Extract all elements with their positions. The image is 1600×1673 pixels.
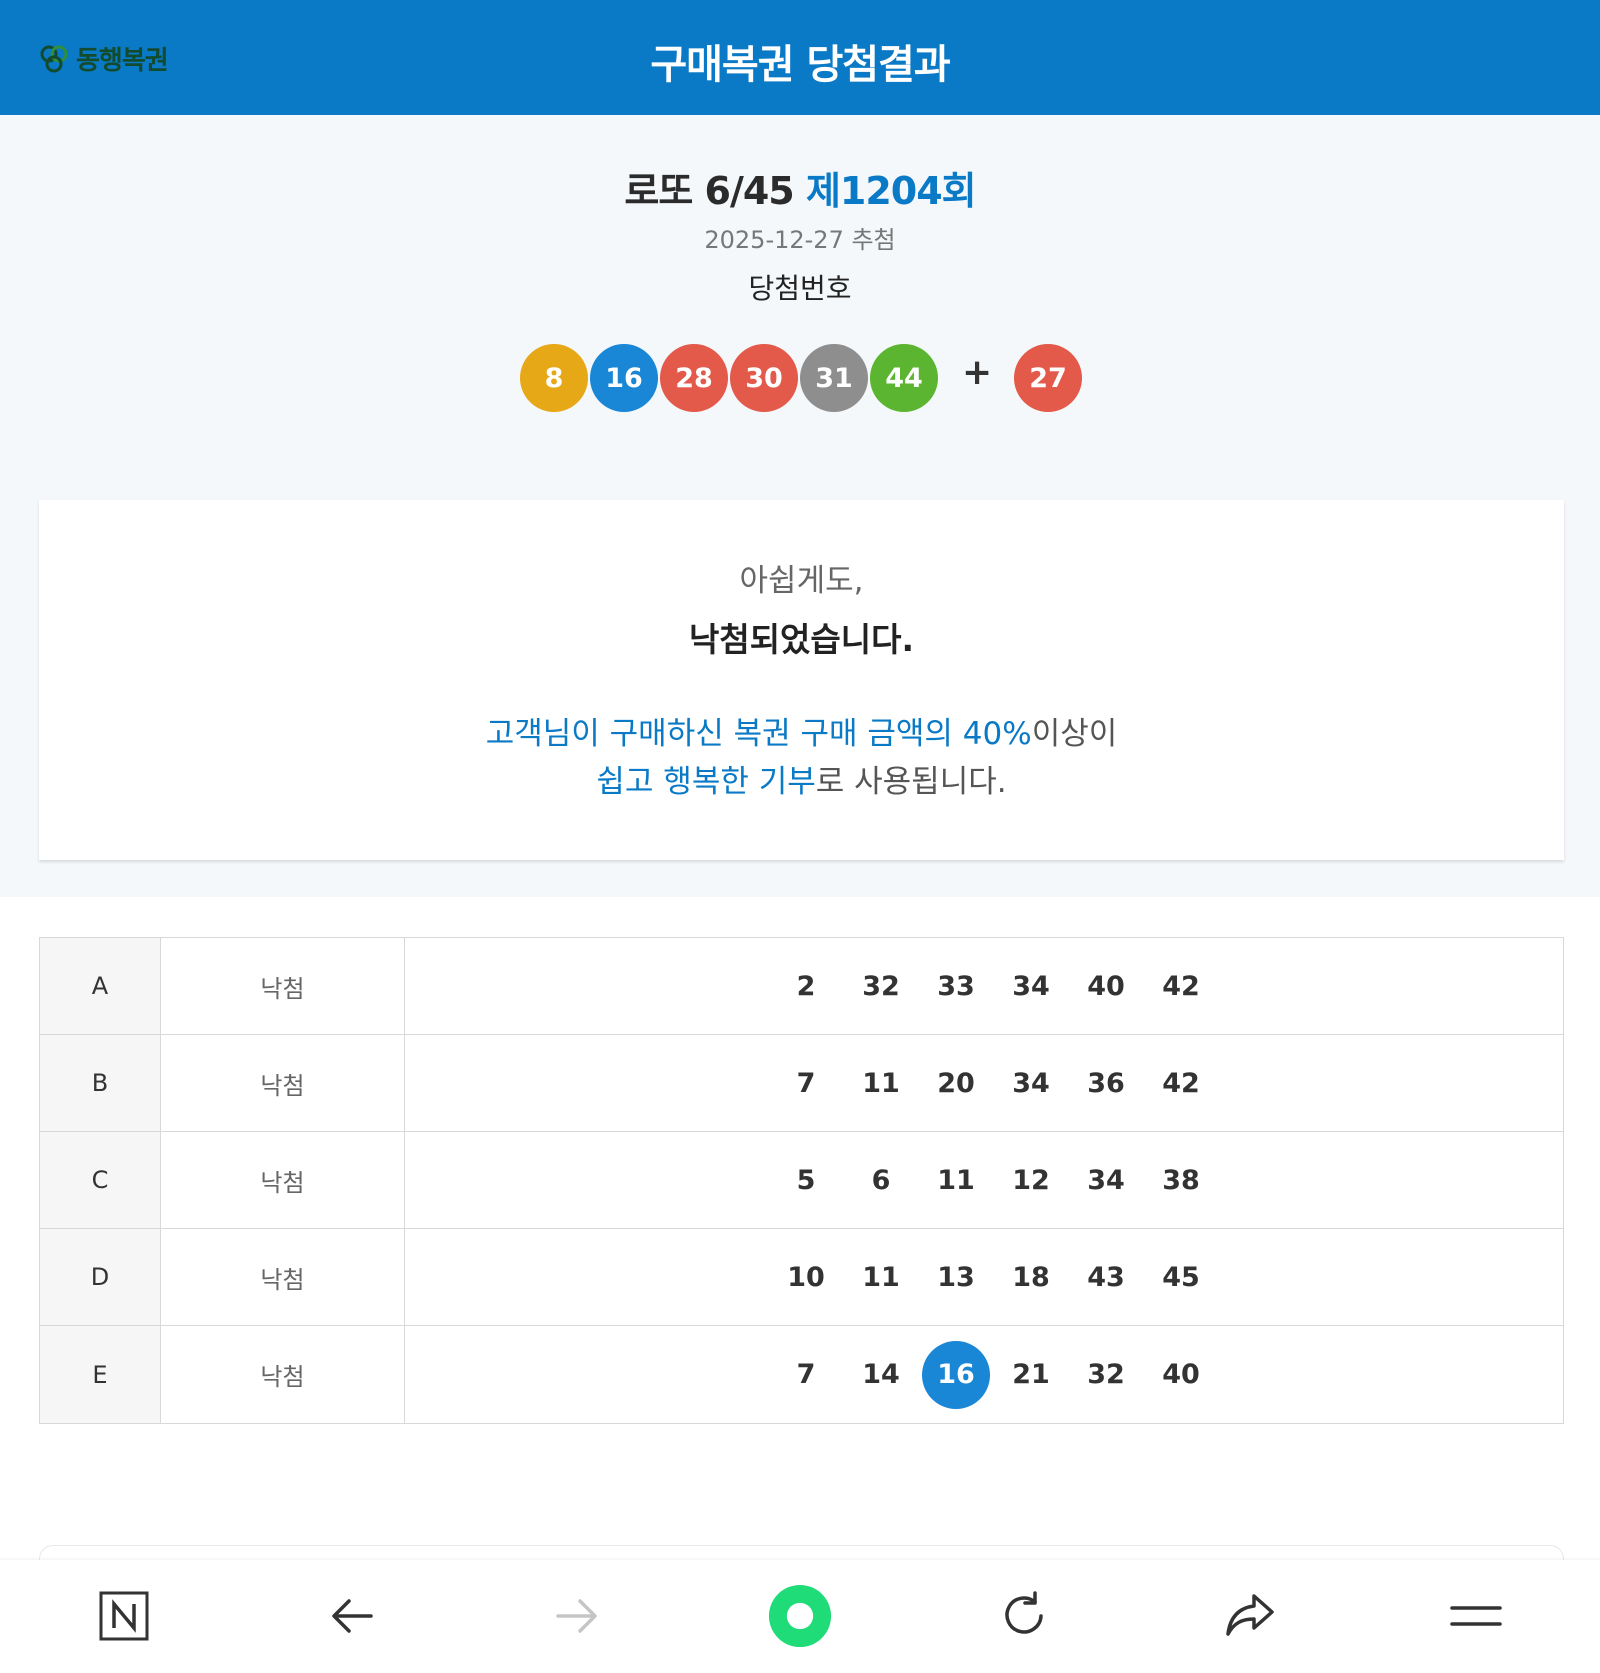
winning-numbers-label: 당첨번호	[748, 272, 852, 305]
ticket-game-letter: D	[40, 1229, 161, 1325]
ticket-number: 42	[1162, 1067, 1200, 1099]
ticket-numbers: 2 32 33 34 40 42	[405, 938, 1563, 1034]
naver-n-icon[interactable]	[92, 1584, 156, 1648]
browser-bottom-nav	[0, 1560, 1600, 1673]
ticket-number: 6	[871, 1164, 891, 1196]
menu-icon[interactable]	[1444, 1584, 1508, 1648]
winning-ball: 16	[590, 344, 658, 412]
ticket-status: 낙첨	[161, 1132, 405, 1228]
ticket-row: B 낙첨 7 11 20 34 36 42	[40, 1035, 1563, 1132]
refresh-icon[interactable]	[992, 1584, 1056, 1648]
ticket-number: 2	[796, 970, 816, 1002]
ticket-number: 32	[1087, 1359, 1125, 1390]
ticket-status: 낙첨	[161, 1229, 405, 1325]
winning-ball: 30	[730, 344, 798, 412]
ticket-row: C 낙첨 5 6 11 12 34 38	[40, 1132, 1563, 1229]
ticket-number: 12	[1012, 1164, 1050, 1196]
ticket-number: 20	[937, 1067, 975, 1099]
draw-date: 2025-12-27 추첨	[704, 226, 896, 254]
ticket-number: 43	[1087, 1261, 1125, 1293]
ticket-number: 32	[862, 970, 900, 1002]
ticket-number: 11	[862, 1261, 900, 1293]
ticket-numbers: 10 11 13 18 43 45	[405, 1229, 1563, 1325]
ticket-number: 10	[787, 1261, 825, 1293]
ticket-game-letter: C	[40, 1132, 161, 1228]
ticket-number: 40	[1162, 1359, 1200, 1390]
donation-highlight: 쉽고 행복한 기부	[596, 764, 816, 800]
draw-title: 로또 6/45 제1204회	[0, 160, 1600, 215]
ticket-number-matched: 16	[922, 1340, 990, 1409]
ticket-row: D 낙첨 10 11 13 18 43 45	[40, 1229, 1563, 1326]
ticket-row: A 낙첨 2 32 33 34 40 42	[40, 938, 1563, 1035]
ticket-number: 45	[1162, 1261, 1200, 1293]
result-intro: 아쉽게도,	[739, 563, 864, 599]
donation-text: 이상이	[1031, 716, 1118, 752]
green-dot-icon[interactable]	[768, 1584, 832, 1648]
winning-numbers: 8 16 28 30 31 44 + 27	[520, 344, 1082, 412]
back-arrow-icon[interactable]	[320, 1584, 384, 1648]
donation-text: 로 사용됩니다.	[815, 764, 1007, 800]
ticket-number: 34	[1012, 1067, 1050, 1099]
share-icon[interactable]	[1218, 1584, 1282, 1648]
bonus-ball: 27	[1014, 344, 1082, 412]
ticket-number: 38	[1162, 1164, 1200, 1196]
game-name: 로또 6/45	[624, 169, 794, 213]
ticket-number: 7	[796, 1067, 816, 1099]
ticket-number: 33	[937, 970, 975, 1002]
winning-ball: 31	[800, 344, 868, 412]
ticket-status: 낙첨	[161, 1035, 405, 1131]
ticket-number: 11	[862, 1067, 900, 1099]
ticket-number: 40	[1087, 970, 1125, 1002]
ticket-number: 11	[937, 1164, 975, 1196]
ticket-number: 21	[1012, 1359, 1050, 1390]
winning-ball: 44	[870, 344, 938, 412]
result-card: 아쉽게도, 낙첨되었습니다. 고객님이 구매하신 복권 구매 금액의 40%이상…	[39, 500, 1564, 860]
ticket-game-letter: E	[40, 1326, 161, 1423]
plus-sign: +	[962, 352, 993, 393]
ticket-number: 18	[1012, 1261, 1050, 1293]
ticket-number: 7	[796, 1359, 816, 1390]
ticket-status: 낙첨	[161, 938, 405, 1034]
ticket-number: 14	[862, 1359, 900, 1390]
ticket-numbers: 7 14 16 21 32 40	[405, 1326, 1563, 1423]
ticket-number: 42	[1162, 970, 1200, 1002]
ticket-number: 34	[1087, 1164, 1125, 1196]
ticket-number: 36	[1087, 1067, 1125, 1099]
app-header: 동행복권 구매복권 당첨결과	[0, 0, 1600, 115]
ticket-number: 5	[796, 1164, 816, 1196]
page-title: 구매복권 당첨결과	[650, 42, 950, 88]
donation-highlight: 고객님이 구매하신 복권 구매 금액의 40%	[485, 716, 1032, 752]
ticket-number: 13	[937, 1261, 975, 1293]
donation-message: 고객님이 구매하신 복권 구매 금액의 40%이상이 쉽고 행복한 기부로 사용…	[39, 710, 1564, 806]
ticket-game-letter: B	[40, 1035, 161, 1131]
winning-ball: 28	[660, 344, 728, 412]
ticket-game-letter: A	[40, 938, 161, 1034]
ticket-status: 낙첨	[161, 1326, 405, 1423]
ticket-row: E 낙첨 7 14 16 21 32 40	[40, 1326, 1563, 1423]
winning-ball: 8	[520, 344, 588, 412]
draw-round: 제1204회	[805, 169, 977, 213]
result-status: 낙첨되었습니다.	[688, 620, 915, 659]
ticket-table: A 낙첨 2 32 33 34 40 42 B 낙첨 7 11 20 34 36 42 C 낙첨 5 6 11 12 34 3…	[39, 937, 1564, 1424]
ticket-numbers: 5 6 11 12 34 38	[405, 1132, 1563, 1228]
ticket-numbers: 7 11 20 34 36 42	[405, 1035, 1563, 1131]
forward-arrow-icon[interactable]	[545, 1584, 609, 1648]
ticket-number: 34	[1012, 970, 1050, 1002]
